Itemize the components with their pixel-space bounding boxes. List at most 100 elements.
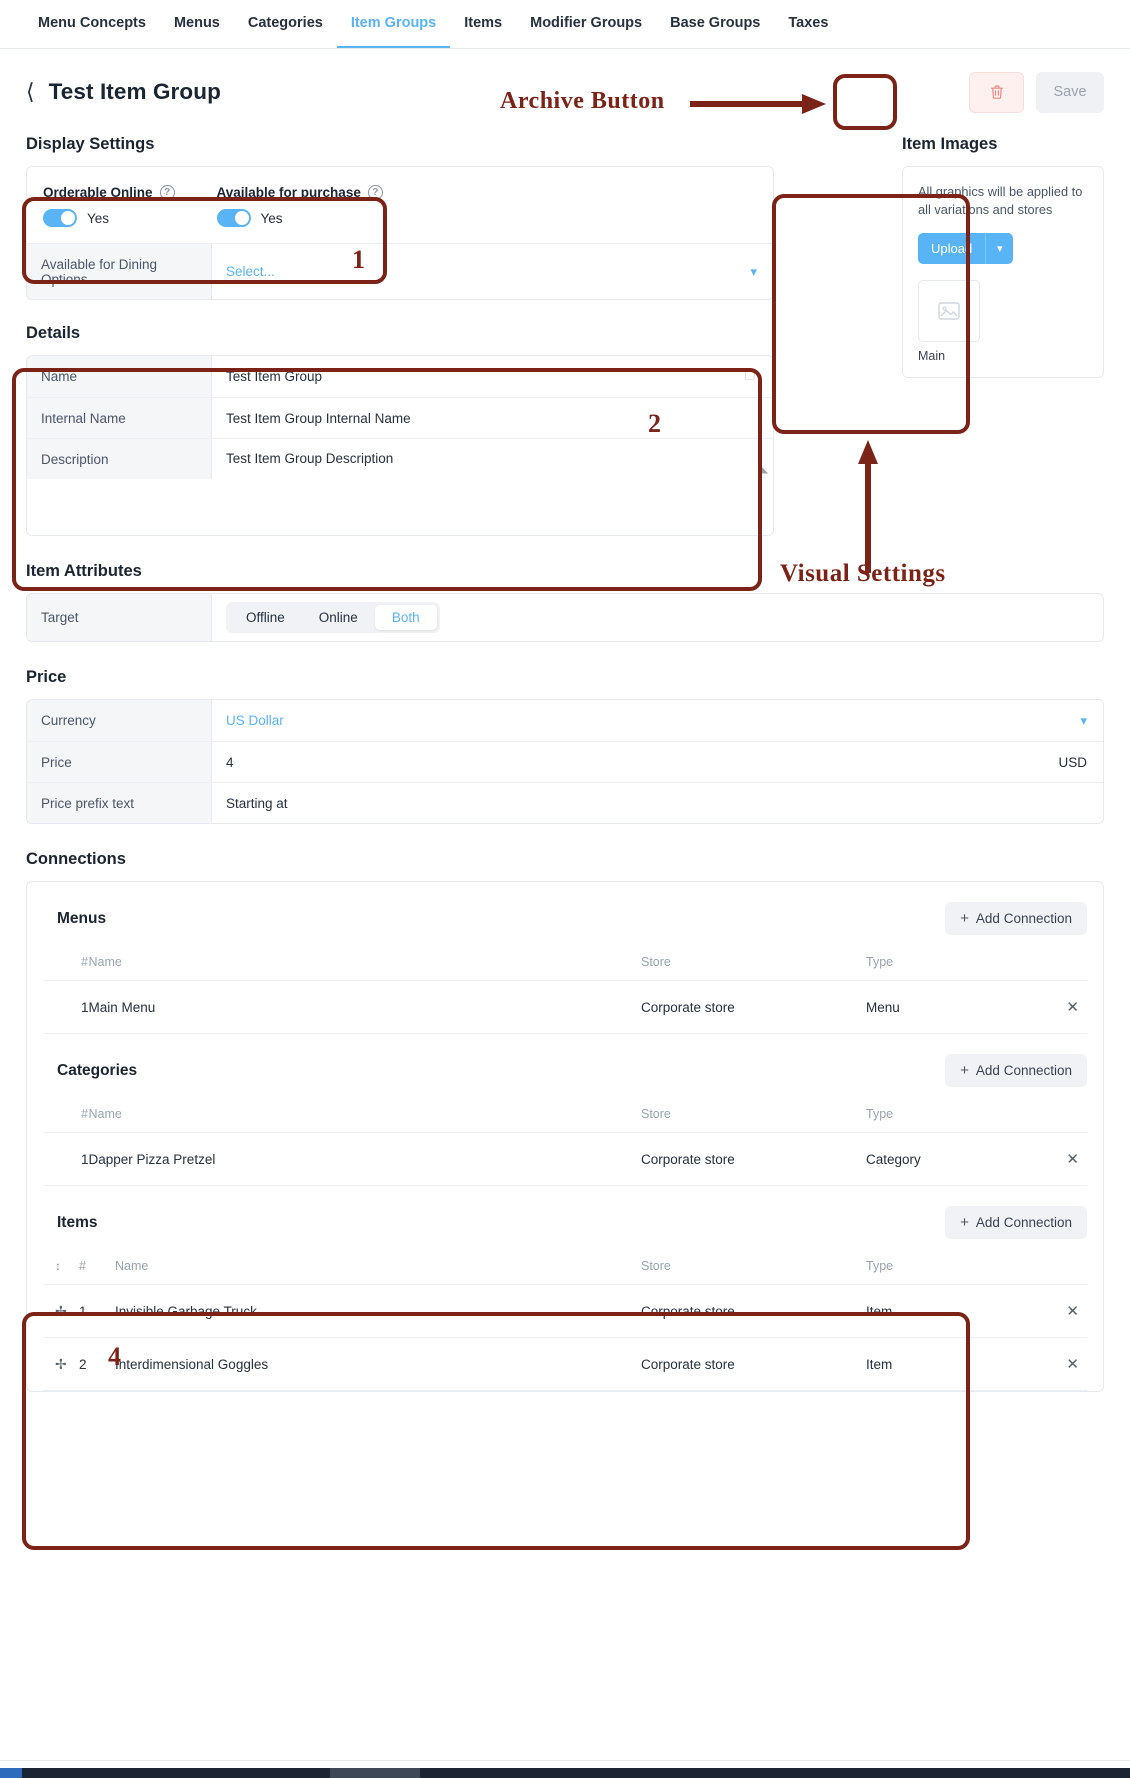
row-name-link[interactable]: Invisible Garbage Truck [115, 1284, 641, 1338]
col-actions [1041, 949, 1087, 981]
connections-block-items: Items + Add Connection ↕ # Name Store Ty… [43, 1186, 1087, 1391]
nav-item-item-groups[interactable]: Item Groups [336, 0, 451, 48]
question-circle-icon[interactable]: ? [367, 185, 383, 200]
close-icon[interactable]: ✕ [1066, 1151, 1079, 1168]
primary-navigation: Menu Concepts Menus Categories Item Grou… [0, 0, 1130, 49]
price-prefix-row: Price prefix text Starting at [27, 782, 1103, 823]
close-icon[interactable]: ✕ [1066, 1303, 1079, 1320]
table-row: ✢ 1 Invisible Garbage Truck Corporate st… [43, 1284, 1087, 1338]
item-images-title: Item Images [902, 135, 998, 153]
col-name: Name [88, 949, 641, 981]
target-label: Target [27, 594, 212, 641]
nav-item-menus[interactable]: Menus [160, 0, 234, 48]
question-circle-icon[interactable]: ? [159, 185, 175, 200]
add-connection-menus-button[interactable]: + Add Connection [945, 902, 1087, 935]
close-icon[interactable]: ✕ [1066, 1356, 1079, 1373]
add-connection-label: Add Connection [975, 1063, 1072, 1078]
orderable-online-value: Yes [87, 210, 110, 226]
available-for-purchase-toggle[interactable] [216, 209, 251, 227]
target-option-online[interactable]: Online [302, 605, 375, 630]
trash-icon [990, 84, 1003, 99]
row-name-link[interactable]: Main Menu [88, 980, 641, 1034]
item-images-panel: Item Images All graphics will be applied… [902, 135, 1104, 379]
upload-button-group: Upload ▾ [918, 233, 1018, 265]
page-title: Test Item Group [48, 79, 221, 104]
price-currency-suffix: USD [1058, 754, 1087, 770]
currency-select[interactable]: US Dollar ▾ [212, 700, 1103, 741]
resize-grip-icon[interactable]: ◢ [759, 461, 768, 475]
price-label: Price [27, 742, 212, 782]
add-connection-items-button[interactable]: + Add Connection [945, 1206, 1087, 1239]
row-drag-cell[interactable]: ✢ [43, 1337, 79, 1391]
taskbar-window-segment[interactable] [330, 1768, 420, 1778]
dining-options-select[interactable]: Select... ▾ [212, 244, 773, 299]
item-attributes-title: Item Attributes [26, 562, 142, 580]
save-button[interactable]: Save [1036, 71, 1104, 113]
upload-button[interactable]: Upload [918, 233, 986, 265]
row-name-link[interactable]: Dapper Pizza Pretzel [88, 1132, 641, 1186]
drag-handle-icon[interactable]: ✢ [55, 1303, 67, 1319]
display-settings-title: Display Settings [26, 135, 155, 153]
col-actions [1041, 1101, 1087, 1133]
item-attributes-card: Target Offline Online Both [26, 593, 1104, 642]
nav-item-base-groups[interactable]: Base Groups [656, 0, 774, 48]
name-field[interactable]: Test Item Group 🗋 [212, 356, 773, 397]
row-store: Corporate store [641, 1337, 866, 1391]
description-field[interactable]: Test Item Group Description ◢ [212, 439, 773, 478]
target-value: Offline Online Both [212, 594, 1103, 641]
close-icon[interactable]: ✕ [1066, 999, 1079, 1016]
internal-name-field[interactable]: Test Item Group Internal Name [212, 398, 773, 438]
price-field[interactable]: 4 USD [212, 742, 1103, 782]
row-drag-cell[interactable]: ✢ [43, 1284, 79, 1338]
description-label: Description [27, 439, 212, 479]
row-type: Menu [866, 980, 1041, 1034]
dining-options-label: Available for Dining Options [27, 244, 212, 299]
row-store: Corporate store [641, 980, 866, 1034]
row-remove-cell: ✕ [1041, 980, 1087, 1034]
price-prefix-label: Price prefix text [27, 783, 212, 823]
details-card: Name Test Item Group 🗋 Internal Name Tes… [26, 355, 774, 536]
row-store: Corporate store [641, 1284, 866, 1338]
image-thumbnail-slot[interactable] [918, 280, 980, 343]
price-card: Currency US Dollar ▾ Price 4 USD Price p… [26, 699, 1104, 824]
item-images-card: All graphics will be applied to all vari… [902, 166, 1104, 379]
taskbar-start-segment[interactable] [0, 1768, 22, 1778]
upload-chevron-down-icon[interactable]: ▾ [985, 233, 1014, 265]
col-type: Type [866, 1253, 1041, 1285]
price-value: 4 [226, 754, 234, 770]
currency-value: US Dollar [226, 713, 284, 728]
row-num: 1 [43, 980, 89, 1034]
chevron-down-icon[interactable]: ▾ [750, 264, 757, 280]
add-connection-label: Add Connection [975, 1215, 1072, 1230]
nav-item-modifier-groups[interactable]: Modifier Groups [516, 0, 656, 48]
nav-item-items[interactable]: Items [450, 0, 516, 48]
row-type: Item [866, 1284, 1041, 1338]
add-connection-categories-button[interactable]: + Add Connection [945, 1054, 1087, 1087]
nav-item-menu-concepts[interactable]: Menu Concepts [24, 0, 160, 48]
connections-title: Connections [26, 850, 126, 868]
orderable-online-toggle-row: Yes [43, 209, 175, 227]
page-body: Item Images All graphics will be applied… [0, 135, 1130, 1392]
nav-item-categories[interactable]: Categories [234, 0, 337, 48]
back-chevron-left-icon[interactable]: ⟨ [26, 81, 35, 103]
internal-name-value: Test Item Group Internal Name [226, 410, 411, 426]
price-prefix-field[interactable]: Starting at [212, 783, 1103, 823]
archive-button[interactable] [969, 71, 1024, 113]
plus-icon: + [960, 1062, 969, 1079]
image-placeholder-icon [938, 302, 960, 321]
orderable-online-toggle[interactable] [43, 209, 77, 227]
nav-item-taxes[interactable]: Taxes [774, 0, 842, 48]
toggles-row: Orderable Online ? Yes Available for pur… [27, 167, 773, 243]
chevron-down-icon[interactable]: ▾ [1080, 713, 1087, 729]
price-row: Price 4 USD [27, 741, 1103, 782]
row-remove-cell: ✕ [1041, 1337, 1087, 1391]
target-option-both[interactable]: Both [374, 605, 437, 630]
target-option-offline[interactable]: Offline [229, 605, 302, 630]
drag-handle-icon[interactable]: ✢ [55, 1356, 67, 1372]
copy-icon[interactable]: 🗋 [745, 366, 755, 388]
row-remove-cell: ✕ [1041, 1284, 1087, 1338]
price-section: Price Currency US Dollar ▾ Price 4 USD P… [26, 668, 1104, 824]
col-num: # [79, 1253, 115, 1285]
price-title: Price [26, 668, 67, 686]
row-name-link[interactable]: Interdimensional Goggles [115, 1337, 641, 1391]
